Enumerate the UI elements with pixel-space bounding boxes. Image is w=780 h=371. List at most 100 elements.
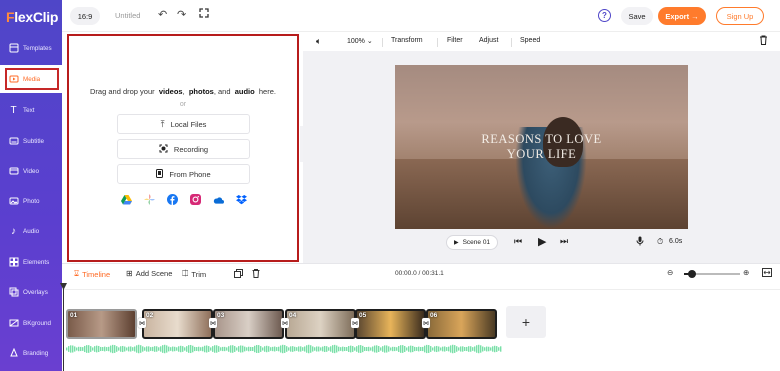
waveform-bar bbox=[272, 346, 274, 352]
waveform-bar bbox=[208, 346, 210, 352]
scene-selector[interactable]: ▶ Scene 01 bbox=[446, 235, 498, 250]
transform-button[interactable]: Transform bbox=[391, 37, 423, 44]
add-scene-button[interactable]: ⊞ Add Scene bbox=[126, 269, 172, 278]
timeline-clip[interactable]: 04 bbox=[285, 309, 356, 339]
timeline-tab[interactable]: ⌛︎ Timeline bbox=[74, 269, 110, 279]
next-scene-icon[interactable]: ⏭︎ bbox=[560, 236, 568, 247]
from-phone-button[interactable]: From Phone bbox=[117, 164, 250, 184]
playhead[interactable] bbox=[63, 284, 64, 371]
delete-scene-icon[interactable] bbox=[252, 269, 260, 278]
timeline-ruler[interactable] bbox=[62, 284, 780, 290]
duplicate-icon[interactable] bbox=[234, 269, 243, 278]
adjust-button[interactable]: Adjust bbox=[479, 37, 498, 44]
timeline-clip[interactable]: 05 bbox=[355, 309, 426, 339]
google-photos-icon[interactable] bbox=[144, 194, 155, 205]
sidebar-item-subtitle[interactable]: Subtitle bbox=[0, 127, 62, 155]
sidebar-item-overlays[interactable]: Overlays bbox=[0, 278, 62, 306]
video-title-text[interactable]: REASONS TO LOVE YOUR LIFE bbox=[395, 132, 688, 162]
sidebar-item-templates[interactable]: Templates bbox=[0, 34, 62, 62]
aspect-ratio-button[interactable]: 16:9 bbox=[70, 7, 100, 25]
waveform-bar bbox=[188, 345, 190, 353]
save-button[interactable]: Save bbox=[621, 7, 653, 25]
clip-number: 02 bbox=[146, 312, 154, 319]
transition-icon[interactable]: ⋈ bbox=[209, 318, 217, 328]
waveform-bar bbox=[412, 345, 414, 353]
timeline-clip[interactable]: 02 bbox=[142, 309, 213, 339]
sidebar-item-branding[interactable]: Branding bbox=[0, 339, 62, 367]
sidebar-item-photo[interactable]: Photo bbox=[0, 187, 62, 215]
facebook-icon[interactable] bbox=[167, 194, 178, 205]
volume-icon[interactable]: 🔈︎ bbox=[316, 36, 321, 47]
background-icon bbox=[8, 318, 19, 329]
waveform-bar bbox=[78, 346, 80, 352]
waveform-bar bbox=[262, 347, 264, 351]
dropbox-icon[interactable] bbox=[236, 194, 247, 205]
video-canvas[interactable]: REASONS TO LOVE YOUR LIFE bbox=[395, 65, 688, 229]
waveform-bar bbox=[162, 345, 164, 353]
filter-button[interactable]: Filter bbox=[447, 37, 463, 44]
trim-icon: ⎅ bbox=[182, 269, 189, 278]
waveform-bar bbox=[156, 346, 158, 352]
waveform-bar bbox=[176, 347, 178, 351]
timeline-clip[interactable]: 01 bbox=[66, 309, 137, 339]
scene-duration[interactable]: 6.0s bbox=[669, 238, 682, 245]
instagram-icon[interactable] bbox=[190, 194, 201, 205]
sidebar-item-audio[interactable]: ♪ Audio bbox=[0, 217, 62, 245]
waveform-bar bbox=[230, 345, 232, 353]
play-icon[interactable]: ▶ bbox=[538, 235, 546, 248]
recording-button[interactable]: Recording bbox=[117, 139, 250, 159]
zoom-in-icon[interactable]: ⊕ bbox=[743, 268, 749, 277]
undo-icon[interactable]: ↶ bbox=[158, 8, 167, 21]
waveform-bar bbox=[458, 347, 460, 351]
google-drive-icon[interactable] bbox=[121, 194, 132, 205]
help-icon[interactable]: ? bbox=[598, 9, 611, 22]
waveform-bar bbox=[224, 346, 226, 352]
time-display: 00:00.0 / 00:31.1 bbox=[395, 270, 444, 277]
sidebar-item-elements[interactable]: Elements bbox=[0, 248, 62, 276]
microphone-icon[interactable] bbox=[636, 236, 644, 248]
redo-icon[interactable]: ↷ bbox=[177, 8, 186, 21]
fullscreen-icon[interactable] bbox=[199, 8, 209, 21]
zoom-select[interactable]: 100% ⌄ bbox=[347, 37, 373, 45]
export-button[interactable]: Export → bbox=[658, 7, 706, 25]
trim-button[interactable]: ⎅ Trim bbox=[182, 269, 206, 279]
transition-icon[interactable]: ⋈ bbox=[351, 318, 359, 328]
timeline-clip[interactable]: 06 bbox=[426, 309, 497, 339]
previous-scene-icon[interactable]: ⏮︎ bbox=[514, 236, 522, 247]
waveform-bar bbox=[330, 346, 332, 352]
audio-waveform[interactable] bbox=[66, 343, 502, 355]
delete-icon[interactable] bbox=[759, 35, 768, 48]
sidebar-item-label: Photo bbox=[23, 197, 40, 205]
waveform-bar bbox=[232, 345, 234, 353]
waveform-bar bbox=[226, 347, 228, 351]
sidebar-item-text[interactable]: T Text bbox=[0, 96, 62, 124]
flexclip-logo[interactable]: FlexClip bbox=[6, 9, 58, 25]
timeline-clip[interactable]: 03 bbox=[213, 309, 284, 339]
transition-icon[interactable]: ⋈ bbox=[281, 318, 289, 328]
local-files-button[interactable]: ⤒ Local Files bbox=[117, 114, 250, 134]
waveform-bar bbox=[206, 345, 208, 353]
sidebar-item-video[interactable]: Video bbox=[0, 157, 62, 185]
add-clip-button[interactable]: + bbox=[506, 306, 546, 338]
speed-button[interactable]: Speed bbox=[520, 37, 540, 44]
fit-timeline-icon[interactable] bbox=[762, 268, 772, 277]
project-title[interactable]: Untitled bbox=[115, 11, 140, 20]
waveform-bar bbox=[408, 346, 410, 352]
waveform-bar bbox=[468, 346, 470, 352]
transition-icon[interactable]: ⋈ bbox=[138, 318, 146, 328]
waveform-bar bbox=[318, 346, 320, 352]
audio-icon: ♪ bbox=[11, 225, 16, 237]
zoom-out-icon[interactable]: ⊖ bbox=[667, 268, 673, 277]
waveform-bar bbox=[416, 347, 418, 351]
media-upload-panel[interactable]: Drag and drop your videos, photos, and a… bbox=[67, 34, 299, 262]
waveform-bar bbox=[282, 344, 284, 354]
waveform-bar bbox=[114, 345, 116, 353]
waveform-bar bbox=[444, 346, 446, 352]
waveform-bar bbox=[328, 347, 330, 351]
sign-up-button[interactable]: Sign Up bbox=[716, 7, 764, 25]
transition-icon[interactable]: ⋈ bbox=[422, 318, 430, 328]
onedrive-icon[interactable] bbox=[213, 194, 224, 205]
sidebar-item-background[interactable]: BKground bbox=[0, 309, 62, 337]
waveform-bar bbox=[362, 345, 364, 353]
zoom-slider-knob[interactable] bbox=[688, 270, 696, 278]
